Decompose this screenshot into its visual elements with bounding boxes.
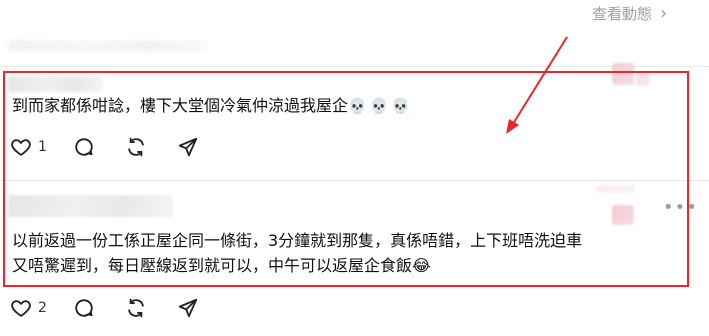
like-button[interactable]: 1 (10, 136, 47, 158)
chevron-right-icon: › (660, 2, 668, 24)
share-button[interactable] (177, 136, 199, 158)
redacted-username (8, 76, 103, 92)
repost-button[interactable] (125, 297, 147, 319)
share-icon (178, 137, 198, 157)
avatar (612, 63, 634, 85)
comment-1-text: 到而家都係咁諗，樓下大堂個冷氣仲涼過我屋企💀💀💀 (12, 96, 414, 115)
heart-icon (11, 139, 31, 156)
like-count: 1 (38, 139, 47, 155)
comment-2-text-line-2: 又唔驚遲到，每日壓線返到就可以，中午可以返屋企食飯😂 (12, 256, 431, 275)
comment-2-actions: 2 (10, 297, 199, 319)
like-count: 2 (38, 300, 47, 316)
comment-button[interactable] (73, 136, 95, 158)
emoji: 💀💀💀 (348, 97, 414, 115)
heart-icon (11, 300, 31, 317)
repost-icon (128, 137, 144, 157)
repost-icon (128, 298, 144, 318)
divider (0, 66, 709, 67)
emoji: 😂 (412, 256, 431, 275)
comment-icon (75, 138, 93, 156)
share-button[interactable] (177, 297, 199, 319)
comment-button[interactable] (73, 297, 95, 319)
divider (0, 180, 709, 181)
avatar (596, 185, 636, 193)
redacted-username (8, 40, 208, 52)
view-activity-label: 查看動態 (592, 4, 653, 23)
share-icon (178, 298, 198, 318)
repost-button[interactable] (125, 136, 147, 158)
redacted-username (8, 195, 173, 217)
comment-icon (75, 299, 93, 317)
avatar (612, 205, 634, 225)
view-activity-link[interactable]: 查看動態 › (592, 2, 667, 24)
avatar (636, 72, 650, 86)
more-icon[interactable]: ••• (663, 199, 698, 217)
comment-1-actions: 1 (10, 136, 199, 158)
like-button[interactable]: 2 (10, 297, 47, 319)
